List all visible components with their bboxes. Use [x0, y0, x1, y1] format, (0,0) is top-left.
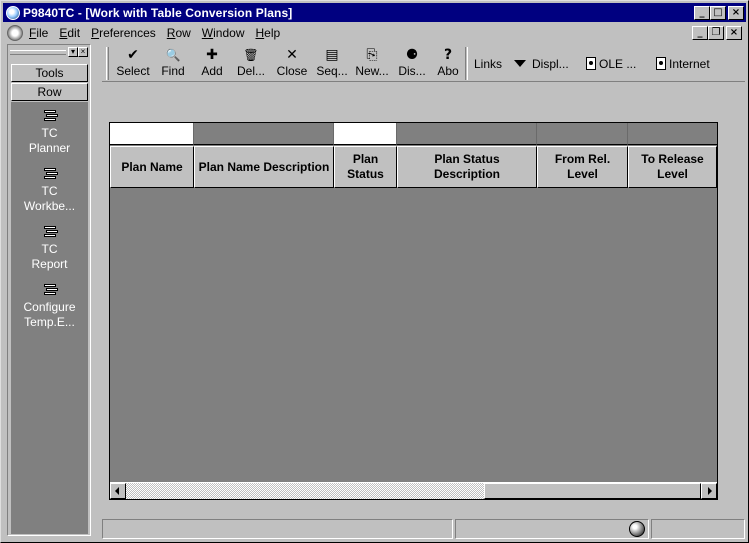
internet-link[interactable]: Internet: [656, 56, 710, 72]
close-button[interactable]: ×: [728, 5, 744, 20]
trash-icon: 🗑: [243, 48, 259, 62]
form-exit-icon: [42, 110, 58, 124]
qbe-plan-name-description[interactable]: [194, 123, 334, 145]
mdi-close-button[interactable]: ×: [726, 25, 742, 40]
qbe-plan-name[interactable]: [110, 123, 194, 145]
exit-tc-planner[interactable]: TC Planner: [11, 110, 88, 156]
toolbar-grip[interactable]: [106, 47, 109, 80]
column-header-plan-name-description[interactable]: Plan Name Description: [194, 146, 334, 188]
scroll-track[interactable]: [126, 483, 484, 499]
close-icon: ✕: [286, 47, 298, 63]
qbe-plan-status-description[interactable]: [397, 123, 537, 145]
display-button[interactable]: ⚈ Dis...: [395, 47, 429, 81]
menu-edit[interactable]: Edit: [59, 26, 80, 40]
panel-grip[interactable]: ▾ ×: [10, 47, 88, 57]
document-link-icon: [586, 57, 596, 70]
dropdown-arrow-icon: [514, 60, 526, 67]
close-toolbar-button[interactable]: ✕ Close: [273, 47, 311, 81]
exit-list: TC Planner TC Workbe... TC Report Config…: [11, 102, 88, 534]
minimize-button[interactable]: _: [694, 5, 710, 20]
app-icon[interactable]: [6, 5, 20, 20]
globe-icon: [629, 521, 645, 537]
column-header-plan-name[interactable]: Plan Name: [110, 146, 194, 188]
tab-row[interactable]: Row: [11, 83, 88, 101]
add-icon: ✚: [206, 47, 218, 63]
status-panel-right: [651, 519, 745, 539]
application-window: P9840TC - [Work with Table Conversion Pl…: [0, 0, 749, 543]
toolbar: ✔ Select 🔍 Find ✚ Add 🗑 Del... ✕ Close ▤…: [102, 44, 745, 82]
scroll-left-button[interactable]: [110, 483, 126, 499]
mdi-minimize-button[interactable]: _: [692, 25, 708, 40]
menu-bar: File Edit Preferences Row Window Help _ …: [3, 23, 746, 42]
sequence-button[interactable]: ▤ Seq...: [314, 47, 350, 81]
ole-link[interactable]: OLE ...: [586, 56, 636, 72]
form-exit-icon: [42, 168, 58, 182]
status-panel-main: [102, 519, 453, 539]
exit-tc-workbench[interactable]: TC Workbe...: [11, 168, 88, 214]
menu-preferences[interactable]: Preferences: [91, 26, 156, 40]
menu-file[interactable]: File: [29, 26, 48, 40]
qbe-plan-status[interactable]: [334, 123, 397, 145]
column-header-plan-status-description[interactable]: Plan Status Description: [397, 146, 537, 188]
menu-help[interactable]: Help: [255, 26, 280, 40]
select-button[interactable]: ✔ Select: [114, 47, 152, 81]
exit-bar-panel: ▾ × Tools Row TC Planner TC Workbe... TC…: [7, 44, 91, 536]
display-icon: ⚈: [405, 47, 419, 63]
sequence-icon: ▤: [325, 47, 339, 63]
check-icon: ✔: [127, 47, 139, 63]
status-bar: [102, 518, 746, 540]
form-exit-icon: [42, 284, 58, 298]
delete-button[interactable]: 🗑 Del...: [235, 47, 267, 81]
query-by-example-row: [110, 123, 717, 145]
column-header-from-rel-level[interactable]: From Rel. Level: [537, 146, 628, 188]
status-panel-secondary: [455, 519, 649, 539]
title-bar[interactable]: P9840TC - [Work with Table Conversion Pl…: [3, 3, 746, 22]
qbe-from-rel-level[interactable]: [537, 123, 628, 145]
data-grid[interactable]: Plan Name Plan Name Description Plan Sta…: [109, 122, 718, 500]
links-label: Links: [474, 57, 503, 71]
help-icon: ?: [443, 47, 453, 63]
display-dropdown[interactable]: Displ...: [514, 56, 569, 72]
qbe-to-release-level[interactable]: [628, 123, 717, 145]
toolbar-separator: [465, 47, 468, 80]
column-header-to-release-level[interactable]: To Release Level: [628, 146, 717, 188]
window-title: P9840TC - [Work with Table Conversion Pl…: [23, 5, 293, 20]
maximize-button[interactable]: □: [710, 5, 726, 20]
exit-configure-temp[interactable]: Configure Temp.E...: [11, 284, 88, 330]
about-button[interactable]: ? Abo: [434, 47, 462, 81]
find-icon: 🔍: [165, 48, 181, 62]
scroll-thumb[interactable]: [484, 483, 701, 499]
panel-menu-icon[interactable]: ▾: [68, 47, 78, 57]
new-icon: ⎘: [366, 47, 378, 63]
new-button[interactable]: ⎘ New...: [353, 47, 391, 81]
find-button[interactable]: 🔍 Find: [155, 47, 191, 81]
panel-close-icon[interactable]: ×: [78, 47, 88, 57]
horizontal-scrollbar[interactable]: [110, 482, 717, 499]
form-exit-icon: [42, 226, 58, 240]
column-header-plan-status[interactable]: Plan Status: [334, 146, 397, 188]
add-button[interactable]: ✚ Add: [195, 47, 229, 81]
scroll-right-button[interactable]: [701, 483, 717, 499]
menu-window[interactable]: Window: [202, 26, 245, 40]
menu-row[interactable]: Row: [167, 26, 191, 40]
column-header-row: Plan Name Plan Name Description Plan Sta…: [110, 146, 717, 188]
document-icon[interactable]: [7, 24, 23, 41]
document-link-icon: [656, 57, 666, 70]
mdi-restore-button[interactable]: ❐: [708, 25, 724, 40]
form-content: Plan Name Plan Name Description Plan Sta…: [102, 84, 745, 517]
exit-tc-report[interactable]: TC Report: [11, 226, 88, 272]
tab-tools[interactable]: Tools: [11, 64, 88, 82]
